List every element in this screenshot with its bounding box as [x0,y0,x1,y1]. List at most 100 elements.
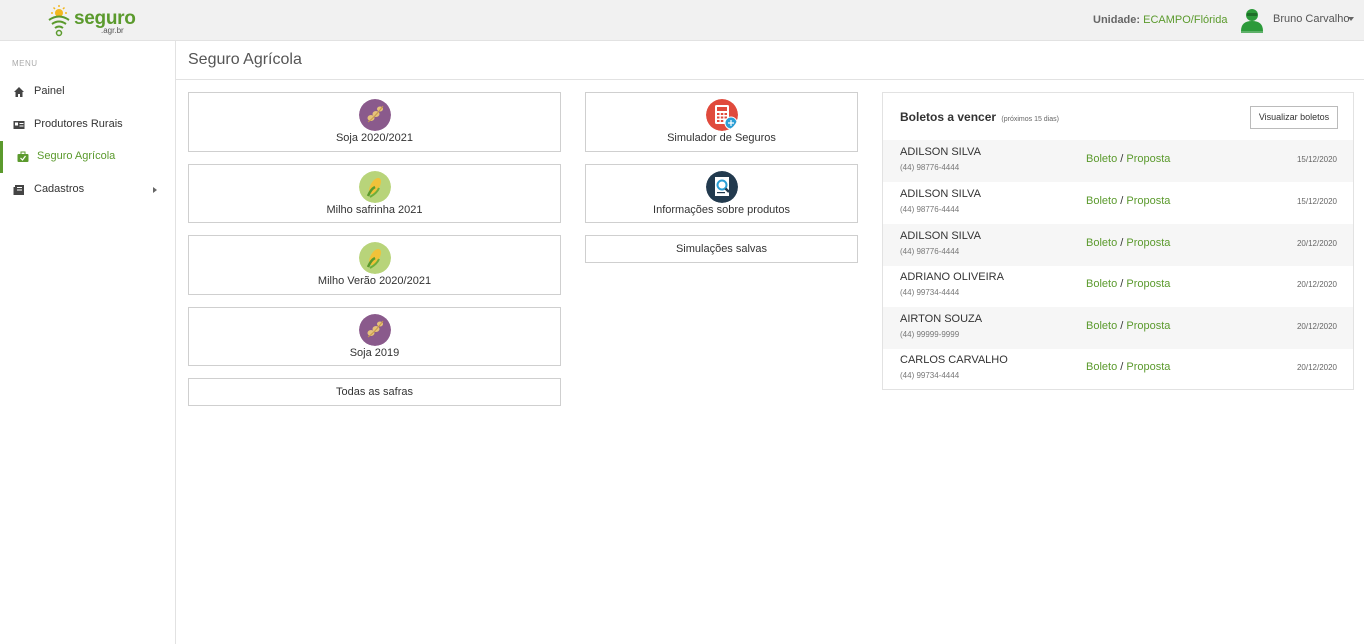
sidebar-item-produtores-rurais[interactable]: Produtores Rurais [0,109,175,141]
boleto-links: Boleto / Proposta [1086,278,1170,290]
boleto-row: ADILSON SILVA (44) 98776-4444 Boleto / P… [883,140,1353,182]
card-label: Simulador de Seguros [667,132,776,144]
view-boletos-button[interactable]: Visualizar boletos [1250,106,1338,129]
boletos-title-text: Boletos a vencer [900,110,997,124]
boleto-row: AIRTON SOUZA (44) 99999-9999 Boleto / Pr… [883,307,1353,349]
card-label: Informações sobre produtos [653,204,790,216]
user-name[interactable]: Bruno Carvalho [1273,13,1349,25]
boleto-links: Boleto / Proposta [1086,195,1170,207]
chevron-right-icon [153,187,157,193]
boleto-client-name: CARLOS CARVALHO [900,354,1008,366]
card-label: Simulações salvas [675,243,768,255]
top-bar: seguro .agr.br Unidade: ECAMPO/Flórida B… [0,0,1364,41]
boleto-client-name: AIRTON SOUZA [900,313,983,325]
card-todas-as-safras[interactable]: Todas as safras [188,378,561,406]
briefcase-icon [17,151,29,162]
boleto-client-name: ADRIANO OLIVEIRA [900,271,1004,283]
id-card-icon [13,121,25,129]
corn-icon [358,242,391,274]
link-separator: / [1120,237,1124,249]
boleto-client-phone: (44) 98776-4444 [900,205,960,214]
boletos-subtitle: (próximos 15 dias) [1001,116,1059,123]
boleto-due-date: 20/12/2020 [1296,280,1337,289]
card-milho-verao-2020-2021[interactable]: Milho Verão 2020/2021 [188,235,561,295]
boleto-client-name: ADILSON SILVA [900,188,981,200]
boleto-links: Boleto / Proposta [1086,320,1170,332]
corn-icon [358,171,391,203]
card-label: Todas as safras [335,386,414,398]
proposta-link[interactable]: Proposta [1126,278,1170,290]
boleto-row: ADILSON SILVA (44) 98776-4444 Boleto / P… [883,182,1353,224]
calculator-icon [705,99,738,131]
proposta-link[interactable]: Proposta [1126,153,1170,165]
card-label: Soja 2020/2021 [335,132,414,144]
boleto-client-phone: (44) 99734-4444 [900,288,960,297]
link-separator: / [1120,195,1124,207]
boleto-client-name: ADILSON SILVA [900,146,981,158]
menu-title: MENU [12,59,38,68]
sidebar-item-seguro-agricola[interactable]: Seguro Agrícola [0,141,175,173]
unit-value: ECAMPO/Flórida [1143,14,1228,26]
link-separator: / [1120,320,1124,332]
boleto-client-phone: (44) 98776-4444 [900,247,960,256]
soybean-icon [358,314,391,346]
book-icon [13,185,24,195]
proposta-link[interactable]: Proposta [1126,361,1170,373]
card-informacoes-sobre-produtos[interactable]: Informações sobre produtos [585,164,858,223]
boleto-link[interactable]: Boleto [1086,237,1117,249]
boleto-due-date: 15/12/2020 [1296,197,1337,206]
card-label: Milho safrinha 2021 [326,204,423,216]
boleto-link[interactable]: Boleto [1086,278,1117,290]
unit-label: Unidade: [1093,14,1141,26]
card-label: Milho Verão 2020/2021 [317,275,432,287]
card-label: Soja 2019 [349,347,400,359]
link-separator: / [1120,278,1124,290]
page-title: Seguro Agrícola [188,51,302,68]
sidebar-item-label: Cadastros [34,183,85,195]
boleto-client-phone: (44) 99999-9999 [900,330,960,339]
boleto-due-date: 20/12/2020 [1296,363,1337,372]
boleto-links: Boleto / Proposta [1086,361,1170,373]
link-separator: / [1120,153,1124,165]
card-simulacoes-salvas[interactable]: Simulações salvas [585,235,858,263]
card-soja-2019[interactable]: Soja 2019 [188,307,561,366]
proposta-link[interactable]: Proposta [1126,320,1170,332]
card-soja-2020-2021[interactable]: Soja 2020/2021 [188,92,561,152]
boleto-due-date: 20/12/2020 [1296,239,1337,248]
boleto-client-phone: (44) 98776-4444 [900,163,960,172]
page-header: Seguro Agrícola [176,41,1364,80]
proposta-link[interactable]: Proposta [1126,195,1170,207]
soybean-icon [358,99,391,131]
unit-selector[interactable]: Unidade: ECAMPO/Flórida [1093,14,1227,26]
boleto-client-phone: (44) 99734-4444 [900,371,960,380]
logo[interactable]: seguro .agr.br [46,5,136,37]
sidebar-item-painel[interactable]: Painel [0,76,175,108]
sidebar-item-label: Produtores Rurais [34,118,123,130]
home-icon [14,87,24,97]
user-menu-caret-icon[interactable] [1348,17,1354,21]
link-separator: / [1120,361,1124,373]
search-document-icon [705,171,738,203]
boleto-row: CARLOS CARVALHO (44) 99734-4444 Boleto /… [883,348,1353,390]
proposta-link[interactable]: Proposta [1126,237,1170,249]
boleto-client-name: ADILSON SILVA [900,230,981,242]
boleto-due-date: 20/12/2020 [1296,322,1337,331]
sidebar-item-cadastros[interactable]: Cadastros [0,174,175,206]
sidebar-item-label: Painel [34,85,65,97]
card-milho-safrinha-2021[interactable]: Milho safrinha 2021 [188,164,561,223]
boleto-links: Boleto / Proposta [1086,153,1170,165]
logo-sun-wifi-icon [48,5,70,37]
boleto-link[interactable]: Boleto [1086,153,1117,165]
card-simulador-de-seguros[interactable]: Simulador de Seguros [585,92,858,152]
boletos-title: Boletos a vencer (próximos 15 dias) [900,110,1059,124]
boleto-due-date: 15/12/2020 [1296,155,1337,164]
sidebar: MENU Painel Produtores Rurais Seguro Agr… [0,41,176,644]
sidebar-item-label: Seguro Agrícola [37,150,116,162]
boletos-panel: Boletos a vencer (próximos 15 dias) Visu… [882,92,1354,390]
logo-subtext: .agr.br [101,26,124,35]
user-avatar-icon[interactable] [1239,7,1265,33]
boleto-link[interactable]: Boleto [1086,361,1117,373]
boleto-link[interactable]: Boleto [1086,195,1117,207]
boleto-link[interactable]: Boleto [1086,320,1117,332]
boleto-row: ADILSON SILVA (44) 98776-4444 Boleto / P… [883,224,1353,266]
